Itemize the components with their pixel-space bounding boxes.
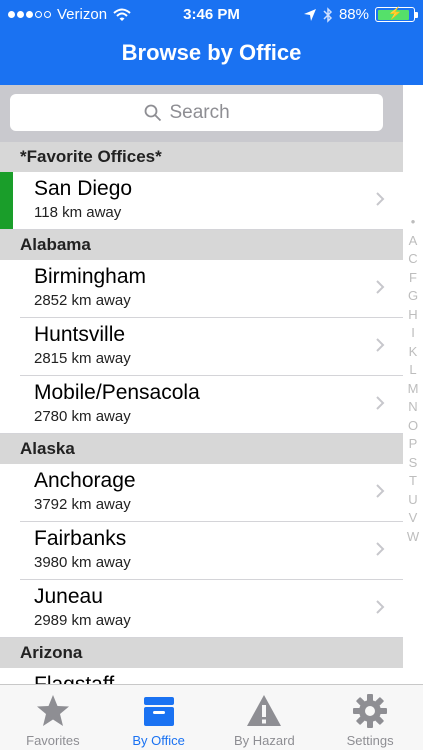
office-list: *Favorite Offices* San Diego 118 km away Al… xyxy=(0,142,403,684)
tab-favorites[interactable]: Favorites xyxy=(0,685,106,750)
tab-by-office-label: By Office xyxy=(132,733,185,748)
section-header: Arizona xyxy=(0,638,403,668)
office-row[interactable]: Juneau 2989 km away xyxy=(0,580,403,638)
chevron-right-icon xyxy=(376,600,385,614)
office-name: Juneau xyxy=(34,585,103,608)
status-right: 88% ⚡ xyxy=(303,6,418,23)
office-row[interactable]: Fairbanks 3980 km away xyxy=(0,522,403,580)
tab-settings[interactable]: Settings xyxy=(317,685,423,750)
index-letter[interactable]: W xyxy=(403,528,423,547)
office-row[interactable]: Huntsville 2815 km away xyxy=(0,318,403,376)
index-letter[interactable]: M xyxy=(403,380,423,399)
office-row[interactable]: Flagstaff xyxy=(0,668,403,684)
tab-bar: Favorites By Office By Hazard Settings xyxy=(0,684,423,750)
index-letter[interactable]: I xyxy=(403,324,423,343)
office-row[interactable]: Birmingham 2852 km away xyxy=(0,260,403,318)
status-bar: Verizon 3:46 PM 88% ⚡ xyxy=(0,0,423,30)
index-letter[interactable]: A xyxy=(403,232,423,251)
index-letter[interactable]: O xyxy=(403,417,423,436)
office-distance: 2815 km away xyxy=(34,350,131,367)
section-header: Alaska xyxy=(0,434,403,464)
office-distance: 118 km away xyxy=(34,204,122,221)
star-icon xyxy=(36,695,69,726)
office-distance: 3980 km away xyxy=(34,554,131,571)
index-letter[interactable]: U xyxy=(403,491,423,510)
battery-icon: ⚡ xyxy=(375,6,418,22)
gear-icon xyxy=(353,694,388,728)
search-icon xyxy=(144,104,161,121)
office-row[interactable]: San Diego 118 km away xyxy=(0,172,403,230)
chevron-right-icon xyxy=(376,396,385,410)
nav-header: Verizon 3:46 PM 88% ⚡ Browse by Office xyxy=(0,0,423,85)
office-name: Birmingham xyxy=(34,265,147,288)
section-index[interactable]: • A C F G H I K L M N O P S T U V W xyxy=(403,213,423,546)
office-name: Huntsville xyxy=(34,323,126,346)
office-distance: 2780 km away xyxy=(34,408,131,425)
search-bar xyxy=(0,85,403,142)
index-letter[interactable]: K xyxy=(403,343,423,362)
index-letter[interactable]: • xyxy=(403,213,423,232)
index-letter[interactable]: N xyxy=(403,398,423,417)
office-name: Mobile/Pensacola xyxy=(34,381,200,404)
index-letter[interactable]: G xyxy=(403,287,423,306)
index-letter[interactable]: F xyxy=(403,269,423,288)
tab-by-hazard-label: By Hazard xyxy=(234,733,295,748)
index-letter[interactable]: V xyxy=(403,509,423,528)
page-title: Browse by Office xyxy=(121,40,302,65)
index-letter[interactable]: P xyxy=(403,435,423,454)
battery-percent: 88% xyxy=(338,6,369,23)
favorite-marker xyxy=(0,172,13,230)
search-input[interactable] xyxy=(169,101,250,124)
chevron-right-icon xyxy=(376,192,385,206)
index-letter[interactable]: C xyxy=(403,250,423,269)
index-letter[interactable]: T xyxy=(403,472,423,491)
section-header: *Favorite Offices* xyxy=(0,142,403,172)
warning-icon xyxy=(247,695,282,726)
index-letter[interactable]: S xyxy=(403,454,423,473)
tab-settings-label: Settings xyxy=(346,733,394,748)
office-row[interactable]: Anchorage 3792 km away xyxy=(0,464,403,522)
inbox-tray-icon xyxy=(143,697,174,726)
chevron-right-icon xyxy=(376,484,385,498)
search-field[interactable] xyxy=(10,94,383,131)
office-row[interactable]: Mobile/Pensacola 2780 km away xyxy=(0,376,403,434)
index-letter[interactable]: H xyxy=(403,306,423,325)
chevron-right-icon xyxy=(376,338,385,352)
office-name: San Diego xyxy=(34,177,133,200)
office-distance: 2989 km away xyxy=(34,612,131,629)
office-distance: 3792 km away xyxy=(34,496,131,513)
location-arrow-icon xyxy=(303,8,316,21)
section-header: Alabama xyxy=(0,230,403,260)
office-name: Anchorage xyxy=(34,469,136,492)
bluetooth-icon xyxy=(323,6,333,23)
tab-favorites-label: Favorites xyxy=(26,733,80,748)
tab-by-hazard[interactable]: By Hazard xyxy=(212,685,318,750)
chevron-right-icon xyxy=(376,542,385,556)
chevron-right-icon xyxy=(376,280,385,294)
office-name: Flagstaff xyxy=(34,673,114,684)
office-distance: 2852 km away xyxy=(34,292,131,309)
tab-by-office[interactable]: By Office xyxy=(106,685,212,750)
office-name: Fairbanks xyxy=(34,527,127,550)
index-letter[interactable]: L xyxy=(403,361,423,380)
